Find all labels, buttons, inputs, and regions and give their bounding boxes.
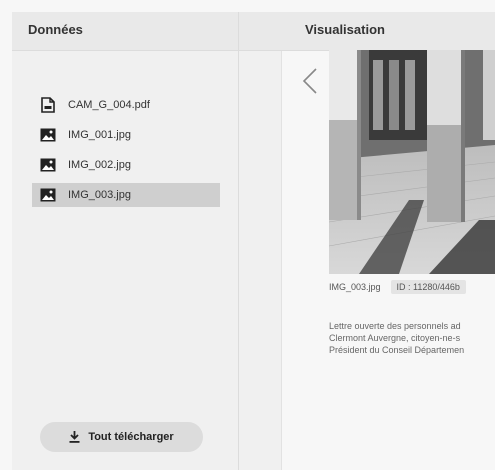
panel-divider	[238, 12, 239, 470]
file-item-img-003[interactable]: IMG_003.jpg	[32, 183, 220, 207]
image-icon	[40, 127, 56, 143]
previous-image-button[interactable]	[302, 68, 318, 99]
image-id-badge: ID : 11280/446b	[390, 280, 466, 294]
file-name: IMG_002.jpg	[68, 159, 131, 171]
viewer-panel-title: Visualisation	[305, 22, 385, 37]
image-preview	[329, 50, 495, 274]
image-caption-row: IMG_003.jpg ID : 11280/446b	[329, 280, 466, 294]
image-icon	[40, 187, 56, 203]
pdf-file-icon	[40, 97, 56, 113]
photo-colonnade	[329, 50, 495, 274]
image-filename: IMG_003.jpg	[329, 282, 381, 292]
file-item-img-001[interactable]: IMG_001.jpg	[32, 123, 220, 147]
viewer-divider	[281, 50, 282, 470]
file-item-cam-g-004[interactable]: CAM_G_004.pdf	[32, 93, 220, 117]
file-name: IMG_001.jpg	[68, 129, 131, 141]
data-panel-title: Données	[28, 22, 83, 37]
description-line: Président du Conseil Départemen	[329, 345, 465, 355]
image-description: Lettre ouverte des personnels ad Clermon…	[329, 320, 495, 356]
chevron-left-icon	[302, 68, 317, 94]
data-panel	[12, 12, 238, 470]
header-bar	[12, 12, 495, 51]
viewer-gutter	[239, 12, 281, 470]
header-divider	[238, 12, 239, 50]
file-item-img-002[interactable]: IMG_002.jpg	[32, 153, 220, 177]
description-line: Clermont Auvergne, citoyen-ne-s	[329, 333, 461, 343]
file-name: IMG_003.jpg	[68, 189, 131, 201]
download-all-button[interactable]: Tout télécharger	[40, 422, 203, 452]
description-line: Lettre ouverte des personnels ad	[329, 321, 461, 331]
file-list: CAM_G_004.pdf IMG_001.jpg IMG_002.jpg IM…	[32, 93, 220, 213]
file-name: CAM_G_004.pdf	[68, 99, 150, 111]
download-icon	[69, 431, 80, 443]
download-all-label: Tout télécharger	[88, 431, 174, 443]
image-icon	[40, 157, 56, 173]
